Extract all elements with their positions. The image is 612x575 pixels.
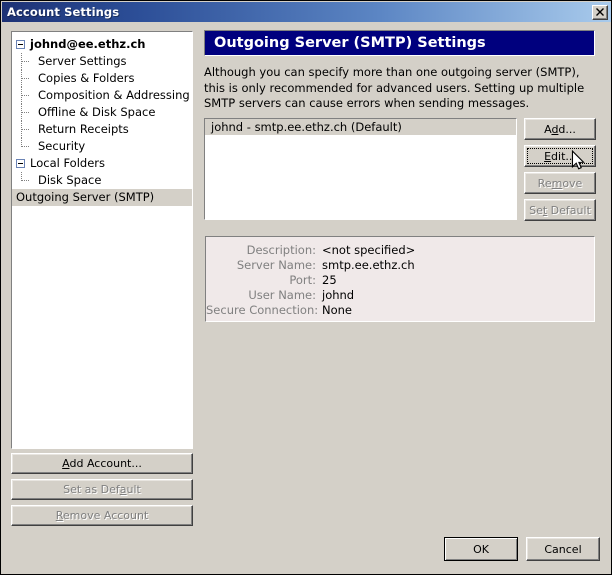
detail-row: Description: <not specified> [206, 243, 594, 258]
account-tree-list: johnd@ee.ethz.ch Server Settings Copies & … [12, 32, 192, 448]
window-title: Account Settings [7, 5, 120, 19]
ok-label: OK [473, 542, 489, 556]
server-list-item[interactable]: johnd - smtp.ee.ethz.ch (Default) [205, 119, 516, 135]
tree-item-label: Composition & Addressing [38, 88, 190, 102]
collapse-expander-icon[interactable] [16, 40, 25, 49]
tree-item-local-folders[interactable]: Local Folders [12, 155, 192, 172]
edit-server-button[interactable]: Edit... [524, 145, 596, 167]
set-as-default-button[interactable]: Set as Default [11, 479, 193, 500]
tree-item-label: Security [38, 139, 86, 153]
remove-server-button[interactable]: Remove [524, 172, 596, 194]
detail-value: smtp.ee.ethz.ch [322, 258, 415, 272]
set-as-default-rest: ult [126, 483, 141, 496]
smtp-server-list[interactable]: johnd - smtp.ee.ethz.ch (Default) [204, 118, 517, 220]
tree-item-copies-folders[interactable]: Copies & Folders [12, 70, 192, 87]
edit-button-label: Edit... [544, 149, 576, 163]
page-title: Outgoing Server (SMTP) Settings [214, 35, 486, 51]
add-account-rest: dd Account... [69, 457, 142, 470]
tree-item-label: johnd@ee.ethz.ch [30, 37, 146, 51]
detail-value: johnd [322, 288, 355, 302]
tree-item-offline-disk-space[interactable]: Offline & Disk Space [12, 104, 192, 121]
tree-item-label: Return Receipts [38, 122, 129, 136]
detail-label: Server Name: [236, 258, 316, 272]
tree-item-label: Offline & Disk Space [38, 105, 156, 119]
remove-button-label: Remove [537, 176, 583, 190]
tree-item-security[interactable]: Security [12, 138, 192, 155]
section-header-banner: Outgoing Server (SMTP) Settings [204, 30, 595, 56]
add-account-button[interactable]: Add Account... [11, 453, 193, 474]
detail-value: None [322, 303, 353, 317]
detail-row: Server Name: smtp.ee.ethz.ch [206, 258, 594, 273]
collapse-expander-icon[interactable] [16, 159, 25, 168]
detail-value: 25 [322, 273, 337, 287]
set-default-server-button[interactable]: Set Default [524, 199, 596, 221]
detail-label: Port: [289, 273, 316, 287]
account-tree[interactable]: johnd@ee.ethz.ch Server Settings Copies & … [11, 31, 193, 449]
tree-item-label: Disk Space [38, 173, 102, 187]
cancel-button[interactable]: Cancel [526, 537, 600, 561]
tree-item-composition-addressing[interactable]: Composition & Addressing [12, 87, 192, 104]
add-server-button[interactable]: Add... [524, 118, 596, 140]
tree-item-label: Outgoing Server (SMTP) [16, 190, 155, 204]
detail-label: Description: [246, 243, 316, 257]
tree-item-label: Server Settings [38, 54, 127, 68]
detail-row: User Name: johnd [206, 288, 594, 303]
account-settings-dialog: Account Settings johnd@ee.ethz.ch Server … [0, 0, 612, 575]
tree-item-disk-space[interactable]: Disk Space [12, 172, 192, 189]
detail-label: Secure Connection: [206, 303, 319, 317]
set-default-button-label: Set Default [529, 203, 591, 217]
close-icon[interactable] [592, 4, 608, 20]
ok-button[interactable]: OK [444, 537, 518, 561]
tree-item-server-settings[interactable]: Server Settings [12, 53, 192, 70]
tree-item-return-receipts[interactable]: Return Receipts [12, 121, 192, 138]
intro-description: Although you can specify more than one o… [204, 65, 585, 110]
detail-row: Secure Connection: None [206, 303, 594, 318]
close-glyph [596, 8, 604, 16]
detail-label: User Name: [248, 288, 316, 302]
tree-item-outgoing-server-smtp[interactable]: Outgoing Server (SMTP) [12, 189, 192, 206]
detail-row: Port: 25 [206, 273, 594, 288]
cancel-label: Cancel [544, 542, 582, 556]
detail-value: <not specified> [322, 243, 416, 257]
tree-item-label: Copies & Folders [38, 71, 135, 85]
title-bar[interactable]: Account Settings [2, 2, 611, 22]
tree-item-johnd-ee-ethz-ch[interactable]: johnd@ee.ethz.ch [12, 36, 192, 53]
remove-account-rest: emove Account [62, 509, 149, 522]
set-as-default-label: Set as Default [63, 483, 141, 496]
add-button-label: Add... [544, 122, 576, 136]
remove-account-button[interactable]: Remove Account [11, 505, 193, 526]
server-details-panel: Description: <not specified> Server Name: s… [205, 236, 595, 322]
add-account-label: Add Account... [62, 457, 142, 470]
tree-item-label: Local Folders [30, 156, 105, 170]
remove-account-label: Remove Account [55, 509, 149, 522]
